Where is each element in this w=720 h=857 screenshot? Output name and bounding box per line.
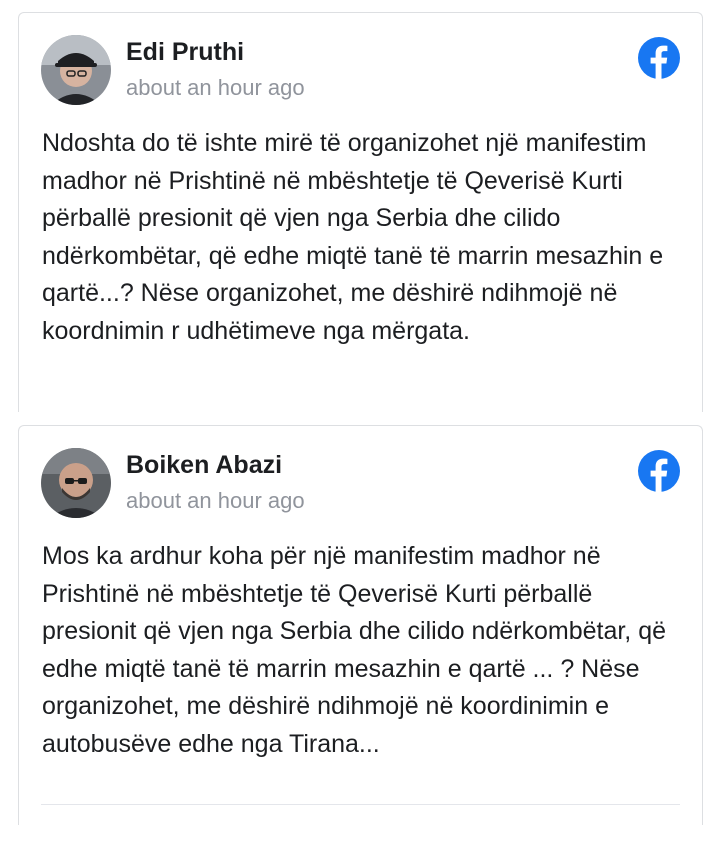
author-name[interactable]: Boiken Abazi: [126, 451, 282, 480]
divider: [41, 804, 680, 805]
post-timestamp[interactable]: about an hour ago: [126, 488, 305, 514]
avatar-image: [41, 448, 111, 518]
post-text: Ndoshta do të ishte mirë të organizohet …: [42, 129, 664, 345]
avatar[interactable]: [41, 448, 111, 518]
facebook-icon[interactable]: [638, 37, 680, 79]
author-name[interactable]: Edi Pruthi: [126, 38, 244, 67]
avatar[interactable]: [41, 35, 111, 105]
post-text: Mos ka ardhur koha për një manifestim ma…: [42, 542, 667, 758]
avatar-image: [41, 35, 111, 105]
post-card: Edi Pruthi about an hour ago Ndoshta do …: [18, 12, 703, 412]
post-card: Boiken Abazi about an hour ago Mos ka ar…: [18, 425, 703, 825]
facebook-icon[interactable]: [638, 450, 680, 492]
post-timestamp[interactable]: about an hour ago: [126, 75, 305, 101]
